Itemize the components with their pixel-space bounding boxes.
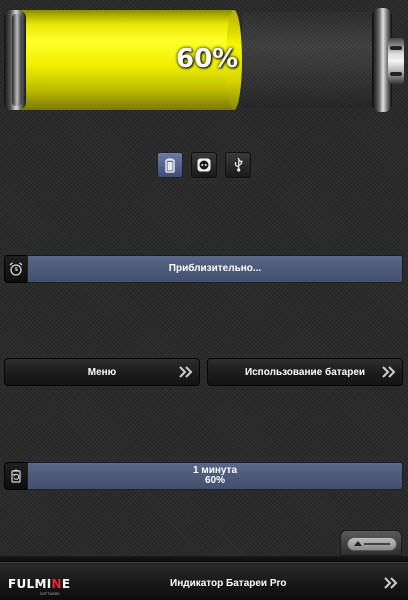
battery-icon <box>165 158 175 173</box>
double-chevron-right-icon[interactable] <box>384 577 398 589</box>
status-percent-text: 60% <box>204 475 225 486</box>
collapse-panel-button[interactable] <box>340 530 402 556</box>
up-arrow-icon <box>347 537 397 551</box>
estimate-text: Приблизительно... <box>168 263 262 274</box>
outlet-source-button[interactable] <box>191 152 217 178</box>
usb-icon <box>234 157 243 172</box>
estimate-bar[interactable]: Приблизительно... <box>27 255 403 283</box>
alarm-clock-icon-box <box>4 255 28 283</box>
battery-usage-label: Использование батареи <box>244 366 366 378</box>
battery-percent-label: 60% <box>176 44 239 74</box>
usb-source-button[interactable] <box>225 152 251 178</box>
power-outlet-icon <box>197 158 211 172</box>
alarm-clock-icon <box>9 262 23 276</box>
battery-source-button[interactable] <box>157 152 183 178</box>
battery-left-ring <box>12 14 22 106</box>
double-chevron-right-icon <box>179 366 193 378</box>
battery-terminal <box>388 38 404 84</box>
double-chevron-right-icon <box>382 366 396 378</box>
menu-button[interactable]: Меню <box>4 358 200 386</box>
footer-bar[interactable]: FULMINE SOFTWARE Индикатор Батареи Pro <box>0 562 408 600</box>
logo-subtitle: SOFTWARE <box>40 592 60 596</box>
battery-refresh-icon-box <box>4 462 28 490</box>
battery-graphic: 60% <box>0 0 408 120</box>
battery-refresh-icon <box>11 469 21 483</box>
fulmine-logo: FULMINE <box>8 577 71 591</box>
battery-usage-button[interactable]: Использование батареи <box>207 358 403 386</box>
menu-button-label: Меню <box>87 366 117 378</box>
battery-empty-area <box>242 12 376 108</box>
app-title: Индикатор Батареи Pro <box>170 578 287 589</box>
status-bar[interactable]: 1 минута 60% <box>27 462 403 490</box>
